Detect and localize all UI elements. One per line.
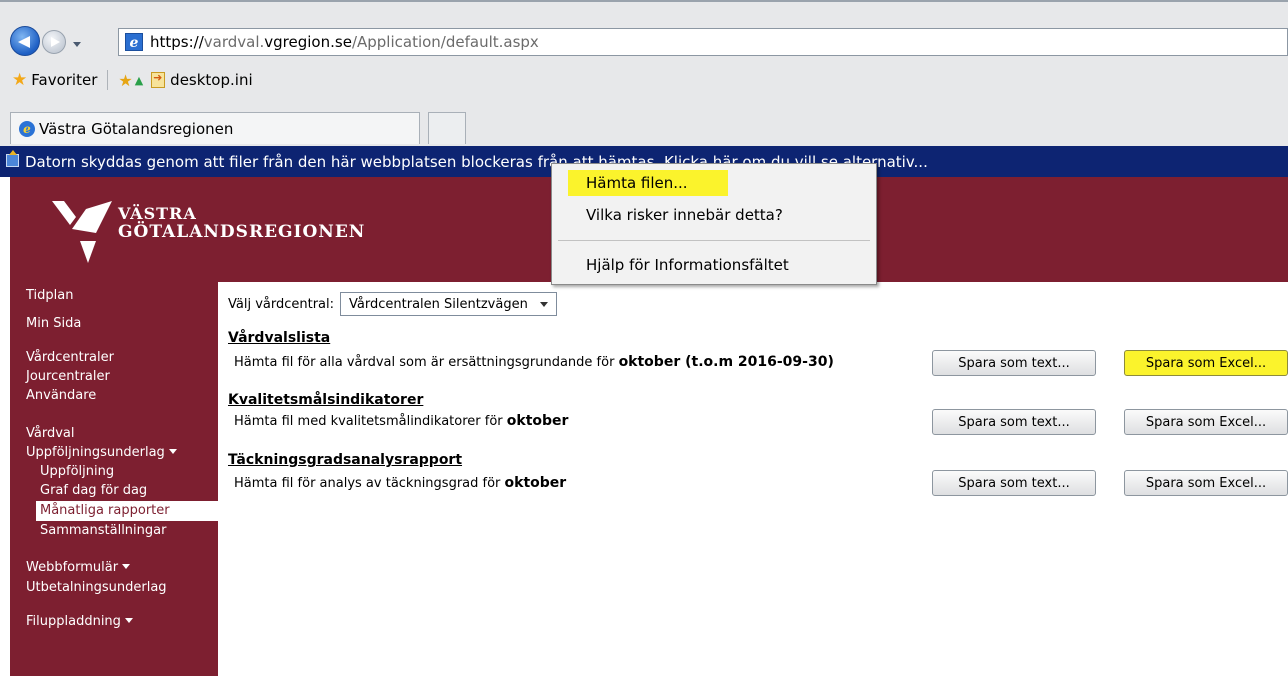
sidebar-item-filuppladdning[interactable]: Filuppladdning: [26, 614, 133, 629]
file-link-icon: [151, 71, 166, 88]
tab-vastra-gotalandsregionen[interactable]: e Västra Götalandsregionen: [10, 112, 420, 144]
sidebar-item-uppfoljning[interactable]: Uppföljning: [40, 464, 114, 479]
section-title-vardvalslista: Vårdvalslista: [228, 330, 331, 346]
section-desc-text: Hämta fil för alla vårdval som är ersätt…: [234, 355, 615, 370]
section-title-tackningsgradsanalysrapport: Täckningsgradsanalysrapport: [228, 452, 463, 468]
section-desc-text: Hämta fil för analys av täckningsgrad fö…: [234, 476, 501, 491]
section-desc-tackningsgradsanalysrapport: Hämta fil för analys av täckningsgrad fö…: [234, 475, 566, 491]
history-dropdown-icon[interactable]: [73, 42, 81, 47]
sidebar-nav: Tidplan Min Sida Vårdcentraler Jourcentr…: [10, 282, 218, 676]
section-desc-text: Hämta fil med kvalitetsmålindikatorer fö…: [234, 414, 503, 429]
section-title-kvalitetsmalsindikatorer: Kvalitetsmålsindikatorer: [228, 392, 424, 408]
menu-item-what-are-the-risks[interactable]: Vilka risker innebär detta?: [586, 206, 783, 224]
favorites-button[interactable]: Favoriter: [31, 71, 97, 89]
url-scheme: https://: [150, 33, 204, 51]
section-desc-period: oktober (t.o.m 2016-09-30): [618, 354, 834, 370]
tackningsgrad-save-excel-button[interactable]: Spara som Excel...: [1124, 470, 1288, 496]
information-bar-context-menu: Hämta filen... Vilka risker innebär dett…: [551, 163, 877, 285]
sidebar-item-utbetalningsunderlag[interactable]: Utbetalningsunderlag: [26, 580, 167, 595]
chevron-down-icon: [124, 618, 133, 623]
sidebar-item-sammanstallningar[interactable]: Sammanställningar: [40, 523, 166, 538]
vardvalslista-save-excel-button[interactable]: Spara som Excel...: [1124, 350, 1288, 376]
tackningsgrad-save-text-button[interactable]: Spara som text...: [932, 470, 1096, 496]
ie-page-icon: e: [125, 33, 143, 51]
browser-chrome: e https://vardval.vgregion.se/Applicatio…: [0, 0, 1288, 146]
favorites-bar: ★ Favoriter ★▲ desktop.ini: [0, 66, 1288, 94]
back-button[interactable]: [10, 26, 40, 56]
address-bar[interactable]: e https://vardval.vgregion.se/Applicatio…: [118, 28, 1288, 56]
url-path: /Application/default.aspx: [351, 33, 539, 51]
sidebar-item-vardval[interactable]: Vårdval: [26, 426, 75, 441]
tab-bar: e Västra Götalandsregionen: [0, 106, 1288, 148]
vardcentral-select[interactable]: Vårdcentralen Silentzvägen: [340, 292, 557, 316]
sidebar-item-label: Webbformulär: [26, 560, 119, 575]
sidebar-item-vardcentraler[interactable]: Vårdcentraler: [26, 350, 114, 365]
new-tab-button[interactable]: [428, 112, 466, 144]
url-text[interactable]: https://vardval.vgregion.se/Application/…: [150, 33, 539, 51]
chevron-down-icon: [168, 449, 177, 454]
favorites-separator: [107, 70, 109, 90]
logo-line-1: VÄSTRA: [118, 204, 197, 223]
logo-text: VÄSTRA GÖTALANDSREGIONEN: [118, 204, 365, 242]
add-favorite-icon[interactable]: ★: [118, 71, 132, 90]
chevron-down-icon: [122, 564, 131, 569]
favorites-star-icon[interactable]: ★: [12, 70, 27, 90]
sidebar-item-min-sida[interactable]: Min Sida: [26, 316, 81, 331]
add-favorite-arrow-icon: ▲: [134, 73, 144, 87]
sidebar-item-webbformular[interactable]: Webbformulär: [26, 560, 131, 575]
kvalitetsmal-save-text-button[interactable]: Spara som text...: [932, 409, 1096, 435]
sidebar-item-label: Uppföljningsunderlag: [26, 445, 165, 460]
vardcentral-picker-label: Välj vårdcentral:: [228, 296, 335, 312]
sidebar-item-label: Filuppladdning: [26, 614, 121, 629]
sidebar-item-jourcentraler[interactable]: Jourcentraler: [26, 369, 110, 384]
sidebar-item-anvandare[interactable]: Användare: [26, 388, 96, 403]
section-desc-period: oktober: [506, 413, 569, 429]
menu-item-information-bar-help[interactable]: Hjälp för Informationsfältet: [586, 256, 789, 274]
chevron-down-icon: [539, 301, 548, 307]
url-domain: vgregion.se: [264, 33, 352, 51]
vardvalslista-save-text-button[interactable]: Spara som text...: [932, 350, 1096, 376]
ie-tab-icon: e: [19, 120, 35, 137]
menu-separator: [558, 240, 870, 241]
sidebar-item-graf-dag-for-dag[interactable]: Graf dag för dag: [40, 483, 147, 498]
vardcentral-picker-row: Välj vårdcentral: Vårdcentralen Silentzv…: [228, 292, 557, 316]
main-content: Välj vårdcentral: Vårdcentralen Silentzv…: [218, 282, 1288, 676]
vardcentral-select-value: Vårdcentralen Silentzvägen: [349, 296, 528, 312]
sidebar-item-manatliga-rapporter[interactable]: Månatliga rapporter: [36, 501, 218, 521]
section-desc-period: oktober: [504, 475, 567, 491]
sidebar-item-tidplan[interactable]: Tidplan: [26, 288, 73, 303]
logo-line-2: GÖTALANDSREGIONEN: [118, 222, 366, 242]
sidebar-item-uppfoljningsunderlag[interactable]: Uppföljningsunderlag: [26, 445, 177, 460]
download-blocked-icon: [6, 150, 19, 167]
tab-title: Västra Götalandsregionen: [39, 119, 234, 138]
forward-button[interactable]: [42, 30, 66, 54]
favorites-link-desktop-ini[interactable]: desktop.ini: [170, 71, 252, 89]
section-desc-vardvalslista: Hämta fil för alla vårdval som är ersätt…: [234, 354, 834, 370]
vgr-logo-icon: [52, 201, 112, 263]
kvalitetsmal-save-excel-button[interactable]: Spara som Excel...: [1124, 409, 1288, 435]
url-subdomain: vardval.: [203, 33, 265, 51]
menu-item-download-file[interactable]: Hämta filen...: [568, 170, 728, 196]
section-desc-kvalitetsmalsindikatorer: Hämta fil med kvalitetsmålindikatorer fö…: [234, 413, 568, 429]
